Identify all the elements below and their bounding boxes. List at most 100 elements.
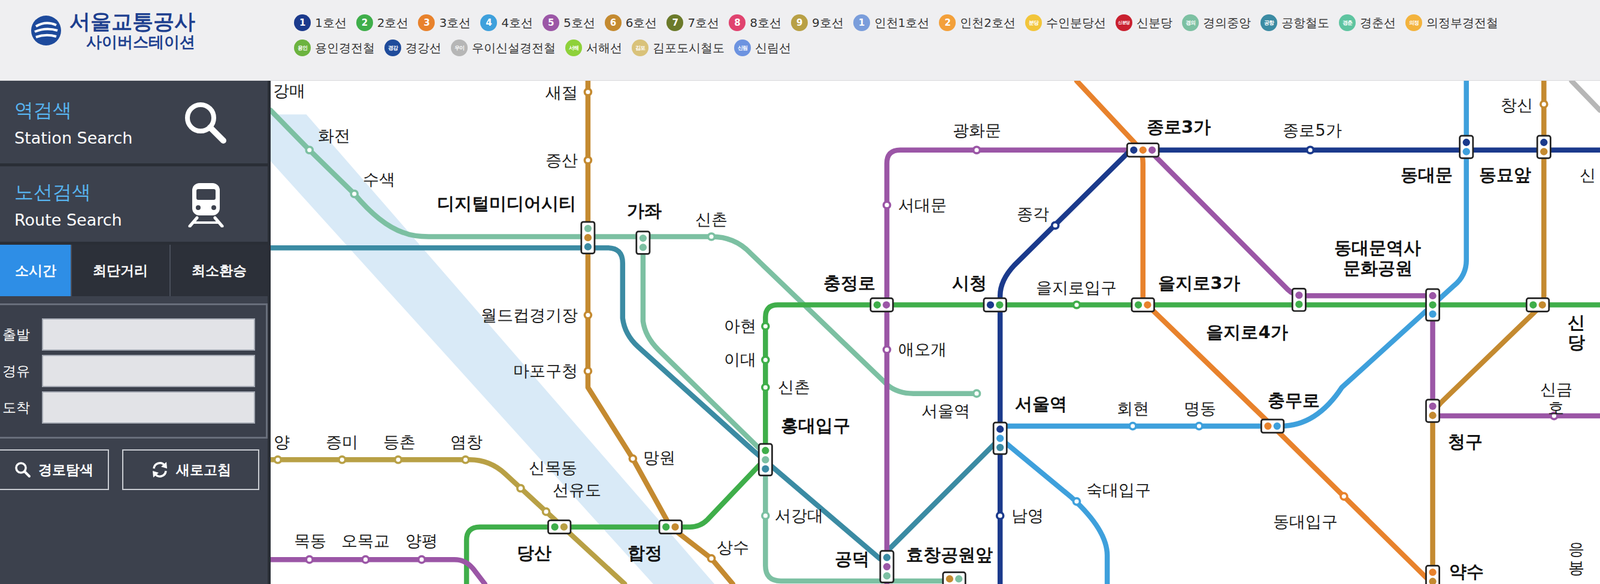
station[interactable]	[1073, 301, 1081, 309]
station[interactable]	[973, 390, 981, 398]
station-name[interactable]: 서울역	[921, 401, 971, 421]
station-name[interactable]: 화전	[317, 126, 351, 145]
station[interactable]	[883, 201, 891, 209]
station-name[interactable]: 수색	[362, 170, 396, 190]
station-name[interactable]: 신금호	[1534, 380, 1578, 418]
station-name[interactable]: 종로3가	[1146, 117, 1211, 138]
legend-item[interactable]: 99호선	[791, 14, 844, 32]
station-name[interactable]: 선유도	[552, 481, 602, 500]
transfer-station[interactable]	[880, 551, 894, 584]
station-name[interactable]: 신촌	[695, 210, 728, 229]
transfer-station[interactable]	[758, 444, 772, 477]
legend-item[interactable]: 33호선	[417, 14, 471, 32]
station-name[interactable]: 양평	[405, 532, 438, 551]
station-name[interactable]: 동대입구	[1273, 513, 1338, 532]
station-name[interactable]: 광화문	[952, 121, 1002, 141]
station-name[interactable]: 창신	[1500, 95, 1533, 115]
station[interactable]	[1540, 101, 1548, 108]
station-name[interactable]: 충무로	[1267, 391, 1320, 411]
station-name[interactable]: 응봉	[1564, 540, 1589, 578]
station[interactable]	[1307, 146, 1314, 154]
legend-item[interactable]: 55호선	[542, 14, 596, 32]
station[interactable]	[338, 456, 346, 464]
transfer-station[interactable]	[1126, 143, 1159, 157]
legend-item[interactable]: 신림신림선	[734, 39, 792, 57]
transfer-station[interactable]	[636, 231, 650, 254]
station[interactable]	[708, 555, 715, 563]
legend-item[interactable]: 공항공항철도	[1260, 14, 1330, 32]
station[interactable]	[517, 485, 524, 493]
station-name[interactable]: 합정	[627, 543, 663, 564]
transfer-station[interactable]	[1426, 289, 1440, 321]
station-name[interactable]: 목동	[294, 532, 327, 551]
station-name[interactable]: 오목교	[341, 532, 390, 551]
station[interactable]	[305, 556, 313, 564]
legend-item[interactable]: 44호선	[480, 14, 533, 32]
station[interactable]	[1052, 222, 1059, 229]
map-canvas[interactable]	[270, 80, 1600, 584]
station[interactable]	[274, 456, 281, 464]
station[interactable]	[708, 233, 715, 241]
legend-item[interactable]: 11호선	[294, 14, 347, 32]
station[interactable]	[543, 508, 550, 516]
station[interactable]	[883, 346, 891, 354]
legend-item[interactable]: 용인용인경전철	[294, 39, 375, 57]
station[interactable]	[1073, 498, 1081, 506]
station-name[interactable]: 신목동	[528, 458, 578, 478]
transfer-station[interactable]	[1131, 298, 1154, 312]
station-input[interactable]	[41, 318, 256, 351]
legend-item[interactable]: 77호선	[666, 14, 720, 32]
route-option-tab[interactable]: 최소환승	[169, 244, 269, 297]
station[interactable]	[462, 456, 469, 464]
route-search[interactable]: 노선검색Route Search	[0, 166, 268, 245]
legend-item[interactable]: 의정의정부경전철	[1405, 14, 1499, 32]
legend-item[interactable]: 신분당신분당	[1115, 14, 1173, 32]
station-name[interactable]: 약수	[1449, 562, 1484, 583]
transfer-station[interactable]	[870, 298, 893, 312]
station-name[interactable]: 동대문역사 문화공원	[1334, 238, 1421, 279]
station[interactable]	[362, 556, 369, 564]
station-name[interactable]: 청구	[1447, 432, 1483, 453]
station-name[interactable]: 서울역	[1014, 395, 1068, 415]
transfer-station[interactable]	[1426, 565, 1440, 584]
station-name[interactable]: 아현	[723, 317, 757, 336]
station-name[interactable]: 을지로3가	[1158, 273, 1240, 294]
transfer-station[interactable]	[1261, 419, 1284, 433]
station-name[interactable]: 디지털미디어시티	[437, 194, 577, 214]
refresh-button[interactable]: 새로고침	[122, 449, 260, 491]
station-name[interactable]: 을지로입구	[1035, 278, 1117, 298]
station-name[interactable]: 월드컵경기장	[480, 305, 578, 325]
station[interactable]	[395, 456, 402, 464]
station-name[interactable]: 을지로4가	[1205, 322, 1288, 343]
station[interactable]	[997, 512, 1004, 520]
station[interactable]	[973, 146, 981, 154]
transfer-station[interactable]	[581, 222, 595, 254]
legend-item[interactable]: 우이우이신설경전철	[450, 39, 556, 57]
station[interactable]	[305, 146, 313, 154]
station[interactable]	[1340, 493, 1348, 500]
transfer-station[interactable]	[1459, 135, 1474, 159]
station-name[interactable]: 강매	[273, 81, 306, 100]
station-name[interactable]: 신촌	[777, 378, 811, 398]
station-name[interactable]: 남영	[1011, 506, 1044, 526]
legend-item[interactable]: 경의경의중앙	[1182, 14, 1251, 32]
legend-item[interactable]: 88호선	[728, 14, 782, 32]
station-name[interactable]: 시청	[952, 273, 987, 294]
transfer-station[interactable]	[547, 520, 571, 535]
route-option-tab[interactable]: 최단거리	[70, 244, 170, 297]
station[interactable]	[1129, 423, 1136, 430]
logo[interactable]: 서울교통공사사이버스테이션	[0, 0, 271, 52]
station-name[interactable]: 이대	[723, 350, 757, 370]
station-name[interactable]: 당산	[516, 543, 552, 564]
legend-item[interactable]: 1인천1호선	[853, 14, 930, 32]
legend-item[interactable]: 경춘경춘선	[1338, 14, 1396, 32]
station-name[interactable]: 명동	[1183, 400, 1217, 419]
legend-item[interactable]: 분당수인분당선	[1025, 14, 1106, 32]
transfer-station[interactable]	[943, 572, 966, 584]
legend-item[interactable]: 서해서해선	[565, 39, 623, 57]
transfer-station[interactable]	[1537, 135, 1551, 159]
legend-item[interactable]: 66호선	[604, 14, 658, 32]
station-name[interactable]: 신	[1579, 166, 1596, 186]
route-option-tab[interactable]: 소시간	[0, 244, 71, 297]
station-search[interactable]: 역검색Station Search	[0, 80, 268, 167]
